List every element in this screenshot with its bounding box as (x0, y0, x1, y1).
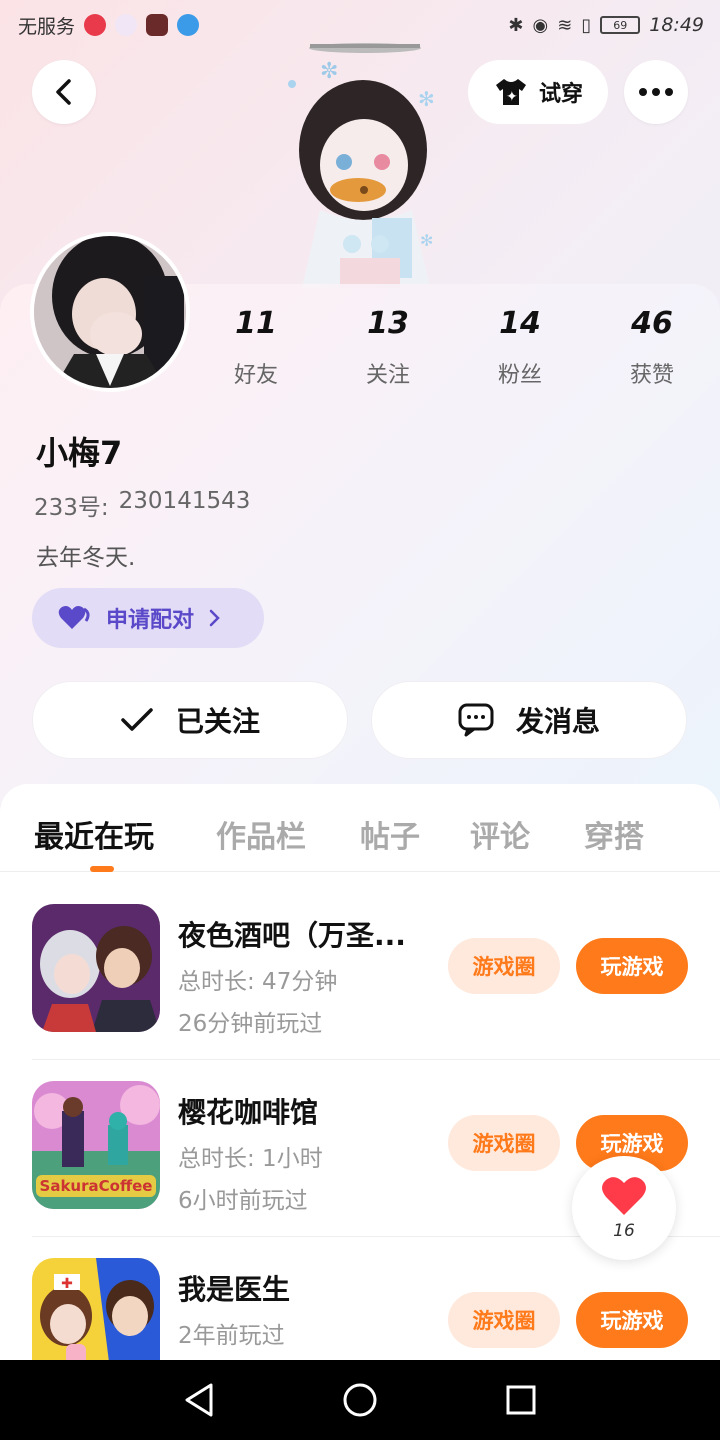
stat-fans[interactable]: 14 粉丝 (454, 306, 586, 389)
recents-square-icon[interactable] (505, 1384, 537, 1416)
sakura-coffee-logo-text: SakuraCoffee (40, 1177, 153, 1195)
user-id-value: 230141543 (118, 488, 251, 514)
game-title: 夜色酒吧（万圣... (178, 919, 406, 952)
user-id-line: 233号: 230141543 (34, 488, 250, 522)
system-nav-bar (0, 1360, 720, 1440)
status-left: 无服务 (18, 12, 200, 39)
game-title: 我是医生 (178, 1273, 291, 1306)
bluetooth-icon: ✱ (508, 14, 524, 36)
like-count: 16 (613, 1221, 635, 1241)
followed-button[interactable]: 已关注 (32, 681, 348, 759)
battery-level: 69 (613, 18, 628, 32)
play-game-button[interactable]: 玩游戏 (576, 938, 688, 994)
try-on-label: 试穿 (538, 82, 583, 107)
game-circle-button[interactable]: 游戏圈 (448, 1292, 560, 1348)
stat-label: 关注 (365, 363, 410, 388)
more-button[interactable] (624, 60, 688, 124)
play-game-button[interactable]: 玩游戏 (576, 1292, 688, 1348)
row-divider (32, 1059, 720, 1060)
stat-value: 46 (631, 306, 673, 341)
game-title: 樱花咖啡馆 (178, 1096, 319, 1129)
request-pair-button[interactable]: 申请配对 (32, 588, 264, 648)
game-icon[interactable]: SakuraCoffee (32, 1081, 160, 1209)
stat-value: 14 (499, 306, 541, 341)
more-dots-icon (639, 88, 673, 96)
music-app-icon (84, 14, 107, 36)
content-panel: 最近在玩 作品栏 帖子 评论 穿搭 夜色酒吧（万圣... 总时长: 47分钟 2… (0, 784, 720, 1360)
status-right: ✱ ◉ ≋ ▯ 69 18:49 (508, 14, 704, 36)
video-app-icon (146, 14, 169, 36)
itunes-app-icon (115, 14, 138, 36)
tab-works[interactable]: 作品栏 (216, 812, 306, 856)
stat-label: 好友 (233, 363, 278, 388)
active-tab-indicator (90, 866, 114, 872)
svg-text:✻: ✻ (418, 87, 435, 111)
character-avatar-image: ✼ ✻ ✻ (288, 43, 435, 288)
nickname: 小梅7 (36, 434, 123, 472)
tshirt-icon: ✦ (495, 79, 526, 105)
chat-bubble-icon (458, 703, 494, 737)
checkmark-icon (121, 708, 153, 731)
doctor-game-art: ✚ (32, 1258, 160, 1360)
battery-icon: 69 (600, 16, 641, 34)
request-pair-label: 申请配对 (106, 608, 195, 633)
game-icon[interactable]: ✚ (32, 1258, 160, 1360)
tab-recently-played[interactable]: 最近在玩 (34, 812, 154, 856)
stat-likes[interactable]: 46 获赞 (586, 306, 718, 389)
game-icon[interactable] (32, 904, 160, 1032)
carrier-text: 无服务 (18, 15, 76, 38)
profile-stats: 11 好友 13 关注 14 粉丝 46 获赞 (190, 306, 720, 389)
profile-tabs: 最近在玩 作品栏 帖子 评论 穿搭 (0, 784, 720, 872)
avatar[interactable] (30, 232, 190, 392)
back-button[interactable] (32, 60, 96, 124)
heart-icon (58, 606, 90, 629)
game-circle-button[interactable]: 游戏圈 (448, 1115, 560, 1171)
stat-label: 粉丝 (497, 363, 542, 388)
game-duration: 总时长: 1小时 (178, 1146, 323, 1172)
back-triangle-icon[interactable] (183, 1382, 215, 1418)
tab-outfits[interactable]: 穿搭 (584, 812, 644, 856)
home-circle-icon[interactable] (342, 1382, 378, 1418)
send-message-label: 发消息 (515, 705, 600, 738)
svg-text:✦: ✦ (506, 89, 518, 105)
try-on-button[interactable]: ✦ 试穿 (468, 60, 608, 124)
stat-label: 获赞 (629, 363, 674, 388)
sakura-coffee-game-art: SakuraCoffee (32, 1081, 160, 1209)
game-last-played: 26分钟前玩过 (178, 1011, 323, 1037)
user-id-label: 233号: (34, 495, 109, 521)
game-duration: 总时长: 47分钟 (178, 969, 338, 995)
night-bar-game-art (32, 904, 160, 1032)
wifi-icon: ≋ (557, 14, 573, 36)
svg-text:✼: ✼ (320, 59, 338, 84)
chevron-right-icon (209, 609, 220, 627)
game-last-played: 6小时前玩过 (178, 1188, 308, 1214)
sim-alert-icon: ▯ (581, 14, 592, 36)
avatar-photo (34, 236, 186, 388)
bio-text: 去年冬天. (36, 545, 136, 571)
send-message-button[interactable]: 发消息 (371, 681, 687, 759)
chevron-left-icon (56, 79, 71, 105)
tab-comments[interactable]: 评论 (470, 812, 530, 856)
svg-text:✻: ✻ (420, 231, 433, 250)
game-row[interactable]: 夜色酒吧（万圣... 总时长: 47分钟 26分钟前玩过 游戏圈 玩游戏 (0, 884, 720, 1060)
stat-friends[interactable]: 11 好友 (190, 306, 322, 389)
like-button[interactable]: 16 (572, 1156, 676, 1260)
heart-icon (602, 1177, 646, 1215)
followed-label: 已关注 (175, 705, 260, 738)
browser-app-icon (177, 14, 200, 36)
stat-following[interactable]: 13 关注 (322, 306, 454, 389)
game-last-played: 2年前玩过 (178, 1323, 285, 1349)
game-circle-button[interactable]: 游戏圈 (448, 938, 560, 994)
stat-value: 13 (367, 306, 409, 341)
status-time: 18:49 (649, 14, 704, 36)
eye-icon: ◉ (532, 14, 549, 36)
stat-value: 11 (235, 306, 277, 341)
svg-text:✚: ✚ (61, 1276, 73, 1292)
tab-posts[interactable]: 帖子 (360, 812, 420, 856)
